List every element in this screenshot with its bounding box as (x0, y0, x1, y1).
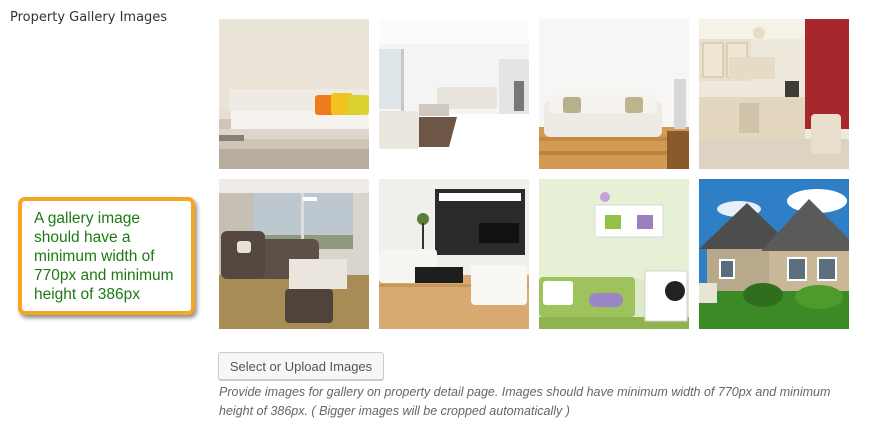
gallery-image-7[interactable] (539, 179, 689, 329)
white-living-room-icon (379, 19, 529, 169)
select-upload-images-button[interactable]: Select or Upload Images (218, 352, 384, 380)
gallery-image-6[interactable] (379, 179, 529, 329)
modern-tv-lounge-icon (379, 179, 529, 329)
gallery-image-8[interactable] (699, 179, 849, 329)
gallery-image-4[interactable] (699, 19, 849, 169)
callout-line: should have a (34, 229, 131, 246)
gallery-field-label: Property Gallery Images (10, 10, 168, 25)
callout-line: A gallery image (34, 210, 140, 227)
callout-text: A gallery image should have a minimum wi… (34, 209, 181, 304)
green-kids-room-icon (539, 179, 689, 329)
callout-line: height of 386px (34, 286, 141, 303)
gallery-image-2[interactable] (379, 19, 529, 169)
living-room-orange-pillows-icon (219, 19, 369, 169)
callout-line: 770px and minimum (34, 267, 174, 284)
gallery-help-text: Provide images for gallery on property d… (219, 383, 859, 421)
help-line-2: height of 386px. ( Bigger images will be… (219, 404, 570, 418)
living-room-window-view-icon (219, 179, 369, 329)
sofa-wood-floor-icon (539, 19, 689, 169)
gallery-image-3[interactable] (539, 19, 689, 169)
house-exterior-icon (699, 179, 849, 329)
image-size-callout: A gallery image should have a minimum wi… (18, 197, 195, 315)
help-line-1: Provide images for gallery on property d… (219, 385, 831, 399)
kitchen-red-wall-icon (699, 19, 849, 169)
callout-line: minimum width of (34, 248, 155, 265)
gallery-image-5[interactable] (219, 179, 369, 329)
gallery-image-1[interactable] (219, 19, 369, 169)
gallery-thumbnails (219, 19, 851, 329)
